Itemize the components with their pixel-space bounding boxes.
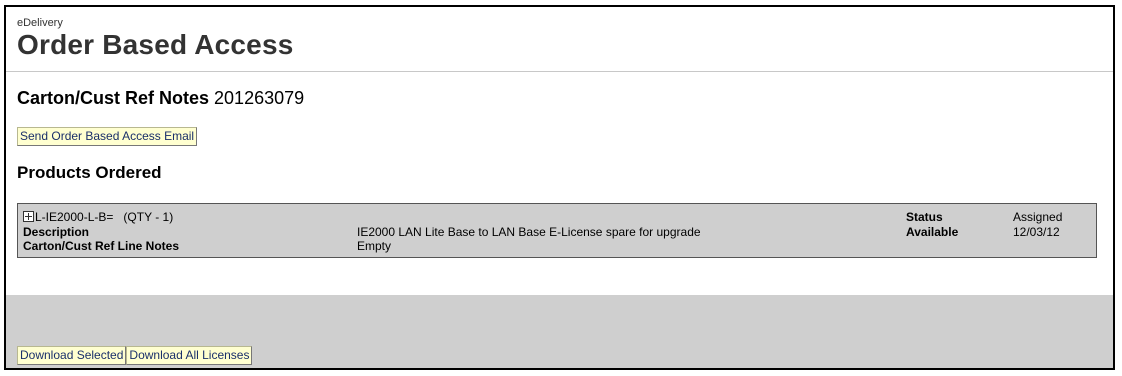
- carton-ref-notes: Carton/Cust Ref Notes 201263079: [17, 88, 304, 109]
- description-value: IE2000 LAN Lite Base to LAN Base E-Licen…: [357, 225, 701, 239]
- line-notes-value: Empty: [357, 239, 392, 253]
- carton-ref-label: Carton/Cust Ref Notes: [17, 88, 210, 108]
- product-sku: L-IE2000-L-B=: [35, 210, 114, 224]
- line-notes-label: Carton/Cust Ref Line Notes: [23, 239, 180, 253]
- download-selected-button[interactable]: Download Selected: [17, 346, 127, 365]
- order-access-panel: eDelivery Order Based Access Carton/Cust…: [4, 5, 1115, 370]
- download-all-button[interactable]: Download All Licenses: [126, 346, 253, 365]
- footer-buttons: Download Selected Download All Licenses: [17, 346, 253, 365]
- send-email-button[interactable]: Send Order Based Access Email: [17, 127, 198, 146]
- product-sku-line: L-IE2000-L-B= (QTY - 1): [23, 210, 173, 224]
- product-qty: (QTY - 1): [123, 210, 174, 224]
- status-label: Status: [906, 210, 943, 224]
- carton-ref-value: 201263079: [214, 88, 305, 108]
- available-value: 12/03/12: [1013, 225, 1060, 239]
- description-label: Description: [23, 225, 90, 239]
- available-label: Available: [906, 225, 959, 239]
- title-divider: [6, 71, 1113, 72]
- expand-icon[interactable]: [23, 211, 34, 222]
- products-heading: Products Ordered: [17, 163, 162, 182]
- status-value: Assigned: [1013, 210, 1063, 224]
- app-label: eDelivery: [17, 17, 63, 29]
- page-title: Order Based Access: [17, 29, 294, 60]
- product-row: L-IE2000-L-B= (QTY - 1) Description IE20…: [17, 203, 1097, 258]
